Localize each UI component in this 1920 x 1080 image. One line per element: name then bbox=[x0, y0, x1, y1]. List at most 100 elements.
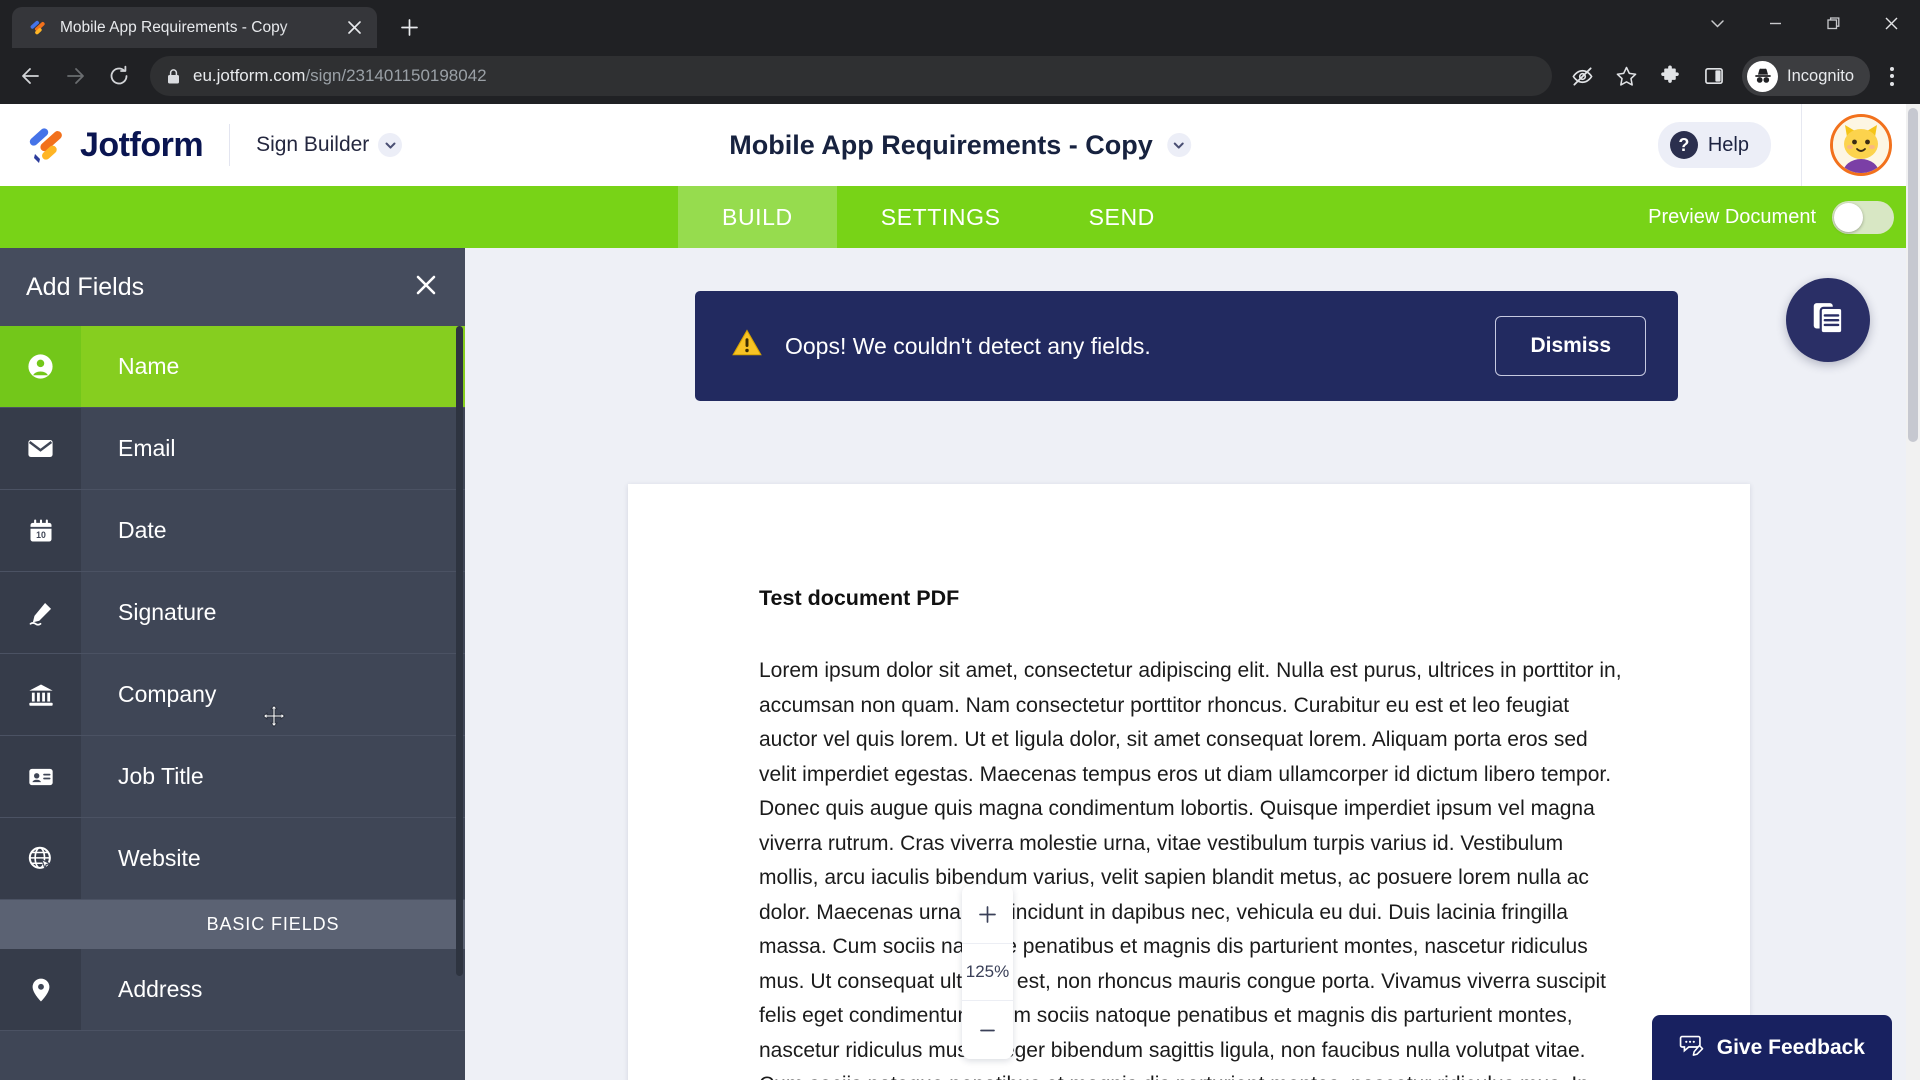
jotform-wordmark: Jotform bbox=[80, 125, 204, 164]
bank-building-icon bbox=[0, 654, 81, 735]
field-item-email[interactable]: Email bbox=[0, 408, 465, 490]
no-fields-banner: Oops! We couldn't detect any fields. Dis… bbox=[695, 291, 1678, 401]
zoom-out-button[interactable] bbox=[962, 1001, 1013, 1059]
title-chevron-down-icon[interactable] bbox=[1166, 133, 1191, 157]
zoom-control: 125% bbox=[962, 885, 1013, 1059]
field-item-job-title[interactable]: Job Title bbox=[0, 736, 465, 818]
document-heading: Test document PDF bbox=[759, 586, 960, 610]
preview-document-toggle[interactable] bbox=[1832, 200, 1894, 234]
field-label: Address bbox=[118, 976, 203, 1002]
page-viewport: Jotform Sign Builder Mobile App Requirem… bbox=[0, 104, 1920, 1080]
field-item-date[interactable]: 10 Date bbox=[0, 490, 465, 572]
banner-message-group: Oops! We couldn't detect any fields. bbox=[731, 327, 1151, 365]
field-label: Email bbox=[118, 435, 176, 461]
sign-builder-menu[interactable]: Sign Builder bbox=[256, 133, 403, 157]
document-canvas: Oops! We couldn't detect any fields. Dis… bbox=[465, 248, 1920, 1080]
close-panel-icon[interactable] bbox=[415, 274, 437, 300]
field-label: Website bbox=[118, 845, 201, 871]
side-panel-icon[interactable] bbox=[1694, 56, 1734, 96]
field-item-address[interactable]: Address bbox=[0, 949, 465, 1031]
bookmark-star-icon[interactable] bbox=[1606, 56, 1646, 96]
lock-icon bbox=[166, 68, 181, 85]
help-button[interactable]: ? Help bbox=[1657, 122, 1771, 168]
give-feedback-label: Give Feedback bbox=[1716, 1035, 1865, 1059]
chevron-down-icon bbox=[378, 133, 403, 157]
page-title: Mobile App Requirements - Copy bbox=[729, 129, 1153, 160]
comment-edit-icon bbox=[1679, 1032, 1704, 1063]
builder-body: Add Fields Name Email 10 Date Signature … bbox=[0, 248, 1920, 1080]
address-bar[interactable]: eu.jotform.com/sign/231401150198042 bbox=[150, 56, 1553, 96]
document-page: Test document PDF Lorem ipsum dolor sit … bbox=[628, 484, 1750, 1080]
scrollbar-thumb[interactable] bbox=[1908, 108, 1918, 442]
window-chevron-down-icon[interactable] bbox=[1688, 0, 1746, 46]
jotform-favicon-icon bbox=[28, 18, 48, 38]
tab-close-icon[interactable] bbox=[341, 15, 367, 41]
window-maximize-icon[interactable] bbox=[1804, 0, 1862, 46]
tab-title: Mobile App Requirements - Copy bbox=[60, 18, 288, 36]
document-paragraph: Lorem ipsum dolor sit amet, consectetur … bbox=[759, 659, 1622, 1080]
header-separator bbox=[1801, 104, 1802, 186]
jotform-logo-icon bbox=[26, 124, 68, 166]
forward-button[interactable] bbox=[54, 55, 96, 97]
sign-builder-label: Sign Builder bbox=[256, 133, 370, 156]
toggle-knob bbox=[1834, 202, 1863, 232]
id-card-icon bbox=[0, 736, 81, 817]
nav-tabs: BUILD SETTINGS SEND bbox=[678, 186, 1199, 248]
preview-document-control: Preview Document bbox=[1648, 186, 1920, 248]
document-pages-button[interactable] bbox=[1786, 278, 1870, 362]
browser-window: Mobile App Requirements - Copy eu.jotfor… bbox=[0, 0, 1920, 1080]
zoom-in-button[interactable] bbox=[962, 885, 1013, 943]
extensions-puzzle-icon[interactable] bbox=[1650, 56, 1690, 96]
documents-icon bbox=[1809, 299, 1847, 342]
field-item-name[interactable]: Name bbox=[0, 326, 465, 408]
incognito-indicator[interactable]: Incognito bbox=[1742, 56, 1870, 96]
window-close-icon[interactable] bbox=[1862, 0, 1920, 46]
tab-strip: Mobile App Requirements - Copy bbox=[0, 0, 1920, 48]
envelope-icon bbox=[0, 408, 81, 489]
preview-document-label: Preview Document bbox=[1648, 205, 1816, 228]
header-right: ? Help bbox=[1657, 104, 1920, 186]
field-label: Job Title bbox=[118, 763, 204, 789]
reload-button[interactable] bbox=[98, 55, 140, 97]
avatar[interactable] bbox=[1830, 114, 1892, 176]
window-minimize-icon[interactable] bbox=[1746, 0, 1804, 46]
tab-send[interactable]: SEND bbox=[1045, 186, 1199, 248]
help-label: Help bbox=[1707, 133, 1749, 156]
field-item-website[interactable]: Website bbox=[0, 818, 465, 900]
give-feedback-button[interactable]: Give Feedback bbox=[1651, 1015, 1892, 1080]
incognito-hat-icon bbox=[1747, 60, 1779, 92]
section-header-basic-fields: BASIC FIELDS bbox=[0, 900, 465, 949]
document-title-area[interactable]: Mobile App Requirements - Copy bbox=[729, 130, 1191, 161]
jotform-logo[interactable]: Jotform bbox=[26, 124, 204, 166]
back-button[interactable] bbox=[10, 55, 52, 97]
new-tab-button[interactable] bbox=[391, 9, 427, 45]
url-path: /sign/231401150198042 bbox=[305, 66, 487, 85]
toolbar-actions: Incognito bbox=[1562, 56, 1910, 96]
zoom-level: 125% bbox=[962, 943, 1013, 1001]
calendar-icon: 10 bbox=[0, 490, 81, 571]
field-item-signature[interactable]: Signature bbox=[0, 572, 465, 654]
window-controls bbox=[1688, 0, 1920, 46]
question-mark-icon: ? bbox=[1669, 131, 1698, 159]
tracking-protection-eye-slash-icon[interactable] bbox=[1562, 56, 1602, 96]
sidebar-scrollbar[interactable] bbox=[456, 326, 463, 976]
field-item-company[interactable]: Company bbox=[0, 654, 465, 736]
user-circle-icon bbox=[0, 326, 81, 407]
map-pin-icon bbox=[0, 949, 81, 1030]
incognito-label: Incognito bbox=[1787, 66, 1854, 85]
field-label: Date bbox=[118, 517, 167, 543]
signature-pen-icon bbox=[0, 572, 81, 653]
globe-cursor-icon bbox=[0, 818, 81, 899]
field-label: Signature bbox=[118, 599, 217, 625]
tab-settings[interactable]: SETTINGS bbox=[837, 186, 1045, 248]
page-scrollbar[interactable] bbox=[1906, 104, 1920, 1080]
tab-build[interactable]: BUILD bbox=[678, 186, 837, 248]
add-fields-header: Add Fields bbox=[0, 248, 465, 326]
dismiss-button[interactable]: Dismiss bbox=[1495, 316, 1646, 376]
field-label: Name bbox=[81, 326, 465, 407]
url-text: eu.jotform.com/sign/231401150198042 bbox=[193, 66, 487, 86]
add-fields-panel: Add Fields Name Email 10 Date Signature … bbox=[0, 248, 465, 1080]
browser-menu-button[interactable] bbox=[1874, 56, 1910, 96]
browser-tab[interactable]: Mobile App Requirements - Copy bbox=[12, 7, 377, 48]
svg-text:10: 10 bbox=[36, 530, 46, 540]
